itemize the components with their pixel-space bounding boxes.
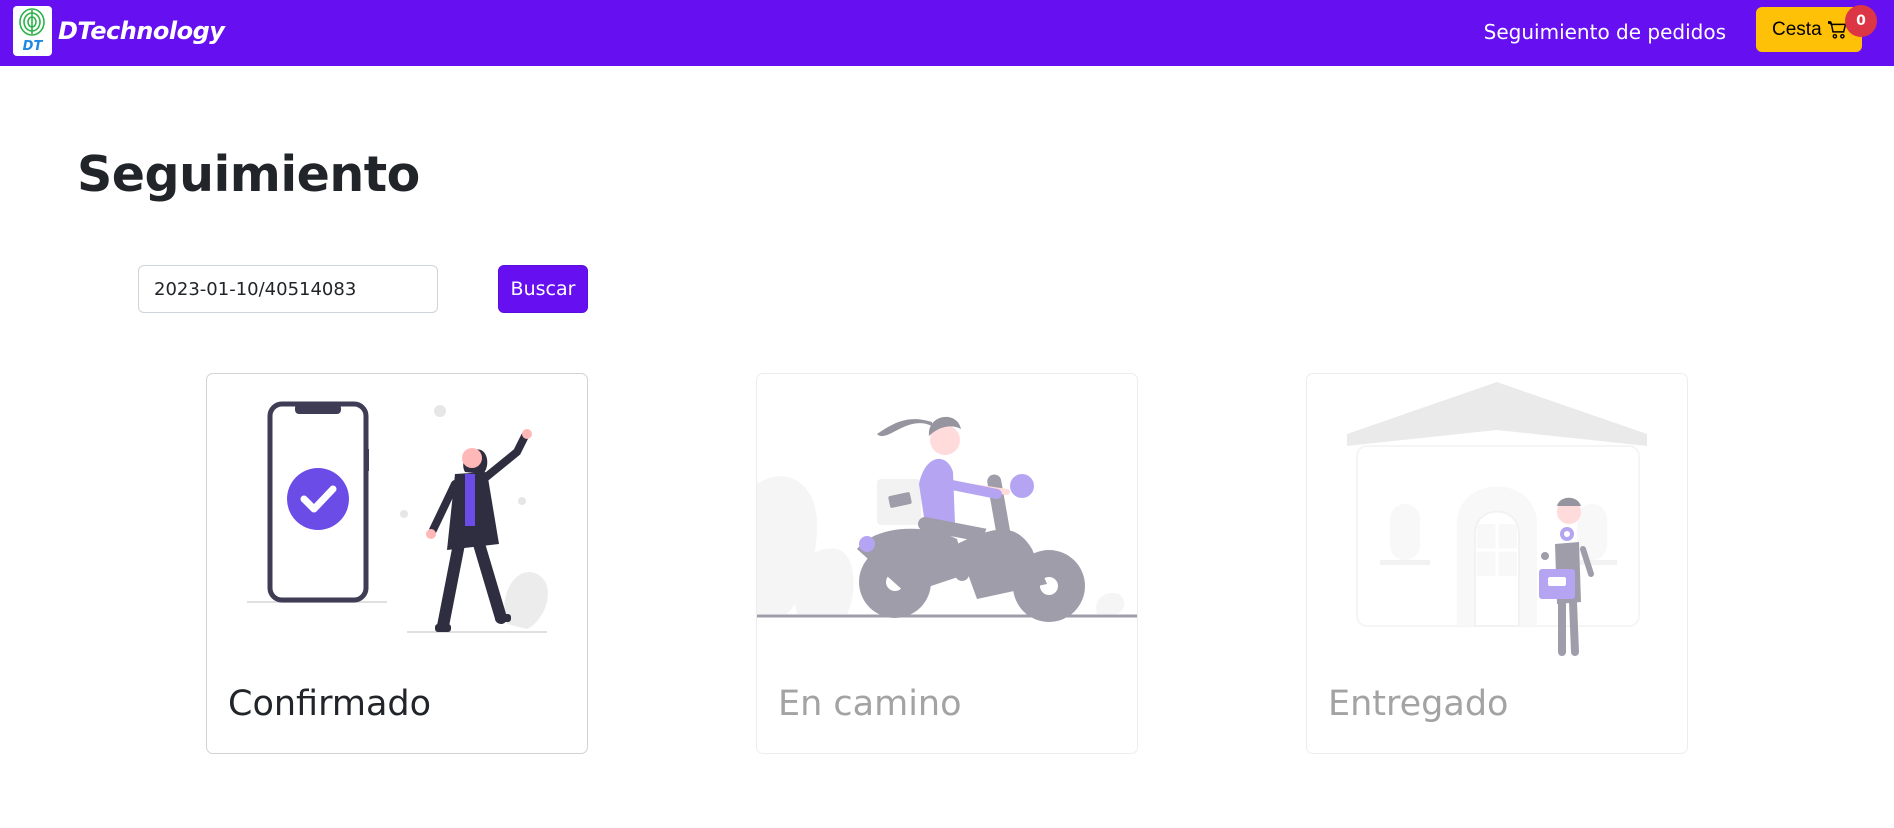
brand-link[interactable]: DT DTechnology bbox=[13, 6, 225, 56]
navbar: DT DTechnology Seguimiento de pedidos Ce… bbox=[0, 0, 1894, 66]
cart-button-label: Cesta bbox=[1772, 18, 1822, 40]
step-card-delivered: Entregado bbox=[1306, 373, 1688, 754]
step-card-on-the-way: En camino bbox=[756, 373, 1138, 754]
phone-check-illustration bbox=[247, 401, 548, 633]
order-search-input[interactable] bbox=[138, 265, 438, 313]
scooter-delivery-illustration bbox=[757, 416, 1137, 622]
brand-logo: DT bbox=[13, 6, 52, 56]
brand-initials: DT bbox=[22, 39, 43, 54]
step-label-delivered: Entregado bbox=[1328, 684, 1509, 724]
cart-count-badge: 0 bbox=[1845, 5, 1877, 37]
step-label-confirmed: Confirmado bbox=[228, 684, 432, 724]
page-title: Seguimiento bbox=[77, 146, 420, 203]
nav-link-order-tracking[interactable]: Seguimiento de pedidos bbox=[1484, 20, 1726, 44]
step-card-confirmed: Confirmado bbox=[206, 373, 588, 754]
search-button[interactable]: Buscar bbox=[498, 265, 588, 313]
house-delivery-illustration bbox=[1347, 382, 1647, 656]
fingerprint-icon bbox=[19, 8, 45, 36]
brand-name: DTechnology bbox=[58, 17, 225, 45]
step-label-on-the-way: En camino bbox=[778, 684, 962, 724]
